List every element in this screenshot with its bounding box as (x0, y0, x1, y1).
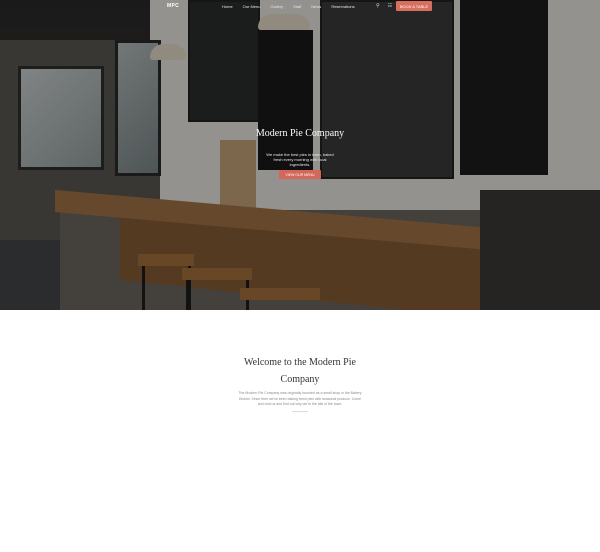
hero-title: Modern Pie Company (255, 128, 345, 139)
hero-section: MPC Home Our Menu Gallery Staff News Res… (0, 0, 600, 310)
welcome-text: The Modern Pie Company was originally fo… (238, 391, 362, 406)
search-icon[interactable]: ⚲ (376, 3, 380, 9)
cart-icon[interactable]: ☷ (388, 3, 392, 9)
hero-subtitle: We make the best pies in town, baked fre… (266, 152, 334, 167)
nav-link-reservations[interactable]: Reservations (331, 4, 354, 9)
nav-link-staff[interactable]: Staff (293, 4, 301, 9)
welcome-title: Welcome to the Modern Pie Company (244, 357, 356, 385)
top-nav: MPC Home Our Menu Gallery Staff News Res… (0, 0, 600, 12)
nav-link-gallery[interactable]: Gallery (270, 4, 283, 9)
nav-link-news[interactable]: News (311, 4, 321, 9)
nav-link-menu[interactable]: Our Menu (243, 4, 261, 9)
view-menu-button[interactable]: VIEW OUR MENU (279, 170, 321, 179)
nav-links: Home Our Menu Gallery Staff News Reserva… (222, 4, 355, 9)
divider (292, 411, 308, 412)
nav-icons: ⚲ ☷ (376, 3, 392, 9)
nav-link-home[interactable]: Home (222, 4, 233, 9)
book-table-button[interactable]: BOOK A TABLE (396, 1, 432, 11)
site-logo[interactable]: MPC (167, 3, 179, 9)
